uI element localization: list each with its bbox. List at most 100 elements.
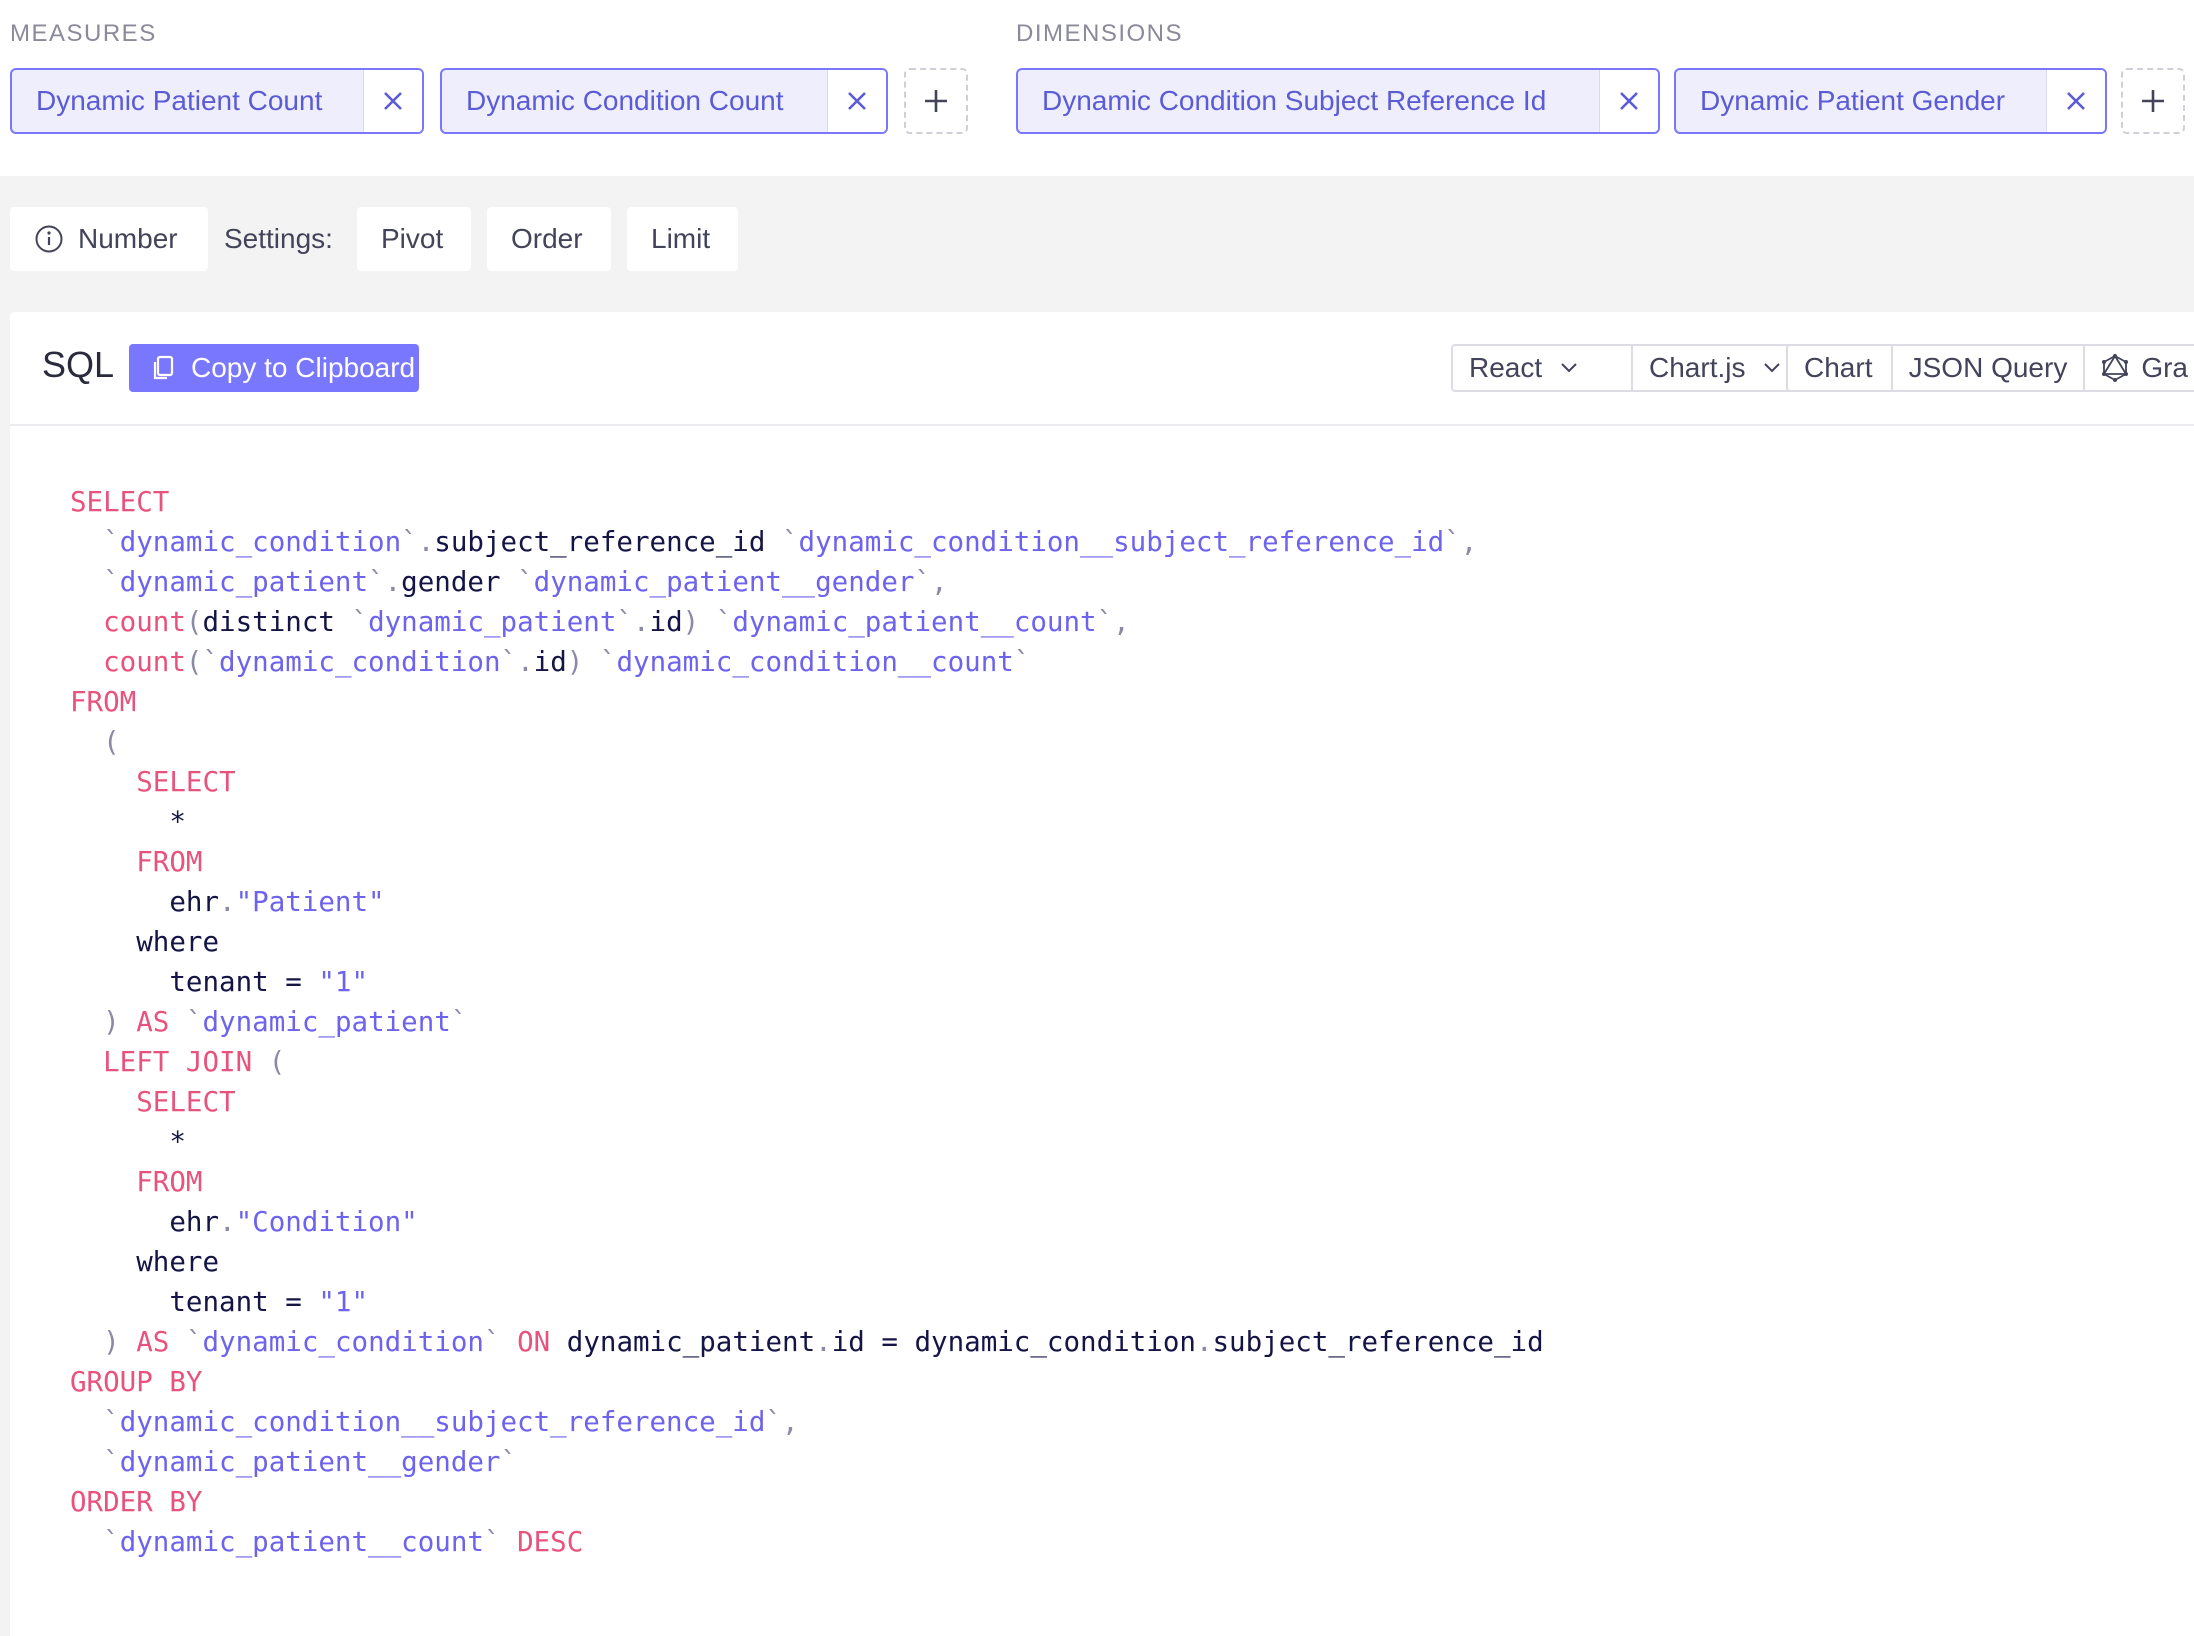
close-icon — [1620, 92, 1638, 110]
add-measure-button[interactable] — [904, 68, 968, 134]
sql-token: . — [219, 1206, 236, 1238]
dimension-pill-label[interactable]: Dynamic Condition Subject Reference Id — [1018, 70, 1599, 132]
sql-token: ` — [500, 1446, 518, 1478]
sql-token: dynamic_patient — [368, 606, 617, 638]
sql-token: (` — [185, 646, 220, 678]
info-icon — [35, 225, 63, 253]
remove-dimension-button[interactable] — [1599, 70, 1658, 132]
sql-token: ` — [103, 526, 120, 558]
sql-token: FROM — [136, 846, 203, 878]
tab-graphiql-label: Gra — [2141, 352, 2188, 383]
close-icon — [2067, 92, 2085, 110]
sql-token: DESC — [517, 1526, 584, 1558]
measure-pill-condition-count[interactable]: Dynamic Condition Count — [440, 68, 888, 134]
sql-token: * — [70, 806, 186, 838]
dimensions-label: DIMENSIONS — [1016, 20, 1184, 47]
sql-token: dynamic_patient — [550, 1326, 816, 1358]
copy-icon — [151, 355, 175, 381]
framework-select-group: React Chart.js — [1451, 344, 1837, 392]
remove-measure-button[interactable] — [827, 70, 886, 132]
sql-code-line: `dynamic_patient`.gender `dynamic_patien… — [70, 562, 1544, 602]
sql-token: `. — [368, 566, 402, 598]
tab-json-query[interactable]: JSON Query — [1893, 346, 2086, 390]
sql-token: LEFT JOIN — [103, 1046, 253, 1078]
sql-token: . — [219, 886, 236, 918]
sql-token: `. — [500, 646, 534, 678]
remove-dimension-button[interactable] — [2046, 70, 2105, 132]
sql-code-line: FROM — [70, 682, 1544, 722]
sql-token: "1" — [318, 1286, 369, 1318]
sql-code-block: SELECT `dynamic_condition`.subject_refer… — [70, 482, 1544, 1562]
sql-token: ehr — [70, 1206, 220, 1238]
sql-code-line: SELECT — [70, 482, 1544, 522]
sql-token: dynamic_condition — [219, 646, 501, 678]
close-icon — [848, 92, 866, 110]
sql-token: id — [649, 606, 683, 638]
framework-select[interactable]: React — [1453, 346, 1633, 390]
tab-chart[interactable]: Chart — [1788, 346, 1893, 390]
sql-token: `. — [401, 526, 435, 558]
chart-type-dropdown[interactable]: Number — [10, 207, 208, 271]
dimension-pill-label[interactable]: Dynamic Patient Gender — [1676, 70, 2046, 132]
sql-token: AS — [136, 1006, 170, 1038]
sql-code-line: LEFT JOIN ( — [70, 1042, 1544, 1082]
sql-panel: SQL Copy to Clipboard React Chart.js Cha… — [10, 312, 2194, 1636]
remove-measure-button[interactable] — [363, 70, 422, 132]
sql-token: FROM — [136, 1166, 203, 1198]
sql-code-line: * — [70, 1122, 1544, 1162]
sql-token: ) — [682, 606, 700, 638]
sql-token: SELECT — [136, 1086, 236, 1118]
measure-pill-label[interactable]: Dynamic Patient Count — [12, 70, 363, 132]
sql-token: ` — [715, 606, 733, 638]
sql-code-line: `dynamic_patient__gender` — [70, 1442, 1544, 1482]
sql-code-line: tenant = "1" — [70, 1282, 1544, 1322]
sql-code-line: FROM — [70, 842, 1544, 882]
sql-token: AS — [136, 1326, 170, 1358]
sql-panel-header: SQL Copy to Clipboard React Chart.js Cha… — [10, 312, 2194, 426]
sql-token: * — [70, 1126, 186, 1158]
sql-code-line: count(`dynamic_condition`.id) `dynamic_c… — [70, 642, 1544, 682]
sql-token: GROUP BY — [70, 1366, 203, 1398]
close-icon — [384, 92, 402, 110]
chart-library-select-value: Chart.js — [1649, 352, 1746, 383]
sql-token: where — [70, 926, 220, 958]
sql-token: ` — [781, 526, 799, 558]
sql-token: dynamic_patient__gender — [533, 566, 915, 598]
sql-code-line: ehr."Patient" — [70, 882, 1544, 922]
sql-token: gender — [401, 566, 518, 598]
add-dimension-button[interactable] — [2121, 68, 2185, 134]
measure-pill-label[interactable]: Dynamic Condition Count — [442, 70, 827, 132]
sql-token: "1" — [318, 966, 369, 998]
sql-code-line: where — [70, 922, 1544, 962]
sql-code-line: where — [70, 1242, 1544, 1282]
plus-icon — [2142, 90, 2164, 112]
view-tabs: Chart JSON Query Gra — [1786, 344, 2194, 392]
sql-token: ( — [185, 606, 203, 638]
sql-code-line: ) AS `dynamic_condition` ON dynamic_pati… — [70, 1322, 1544, 1362]
sql-token: distinct — [202, 606, 352, 638]
pivot-button[interactable]: Pivot — [357, 207, 471, 271]
measure-pill-patient-count[interactable]: Dynamic Patient Count — [10, 68, 424, 134]
dimension-pill-patient-gender[interactable]: Dynamic Patient Gender — [1674, 68, 2107, 134]
sql-token: id — [533, 646, 567, 678]
dimension-pill-subject-reference-id[interactable]: Dynamic Condition Subject Reference Id — [1016, 68, 1660, 134]
limit-button[interactable]: Limit — [627, 207, 738, 271]
sql-code-line: SELECT — [70, 1082, 1544, 1122]
sql-code-line: `dynamic_condition`.subject_reference_id… — [70, 522, 1544, 562]
sql-token: "Condition" — [235, 1206, 418, 1238]
chevron-down-icon — [1763, 362, 1781, 374]
tab-graphiql[interactable]: Gra — [2085, 346, 2194, 390]
sql-token: dynamic_patient__gender — [119, 1446, 501, 1478]
copy-to-clipboard-button[interactable]: Copy to Clipboard — [129, 344, 419, 392]
sql-token: ( — [268, 1046, 286, 1078]
order-button[interactable]: Order — [487, 207, 611, 271]
sql-token: `. — [616, 606, 650, 638]
